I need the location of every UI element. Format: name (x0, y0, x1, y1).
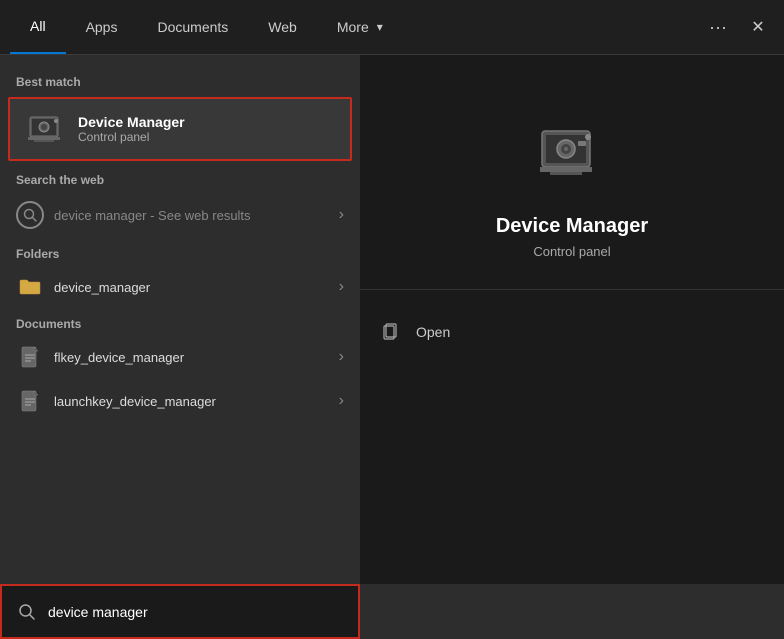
tab-all[interactable]: All (10, 0, 66, 54)
document-icon (16, 343, 44, 371)
chevron-down-icon: ▾ (377, 20, 383, 34)
folder-name: device_manager (54, 280, 339, 295)
web-search-label: Search the web (0, 165, 360, 191)
list-item[interactable]: launchkey_device_manager › (0, 379, 360, 423)
tab-more[interactable]: More ▾ (317, 0, 403, 54)
open-icon (380, 320, 404, 344)
right-panel-title: Device Manager (496, 215, 648, 238)
best-match-text: Device Manager Control panel (78, 114, 185, 144)
best-match-subtitle: Control panel (78, 130, 185, 144)
chevron-right-icon: › (339, 392, 344, 410)
main-content: Best match Device Manager Control panel (0, 55, 784, 584)
web-search-text: device manager - See web results (54, 208, 339, 223)
chevron-right-icon: › (339, 348, 344, 366)
document-name: launchkey_device_manager (54, 394, 339, 409)
search-icon (16, 201, 44, 229)
document-icon (16, 387, 44, 415)
open-action[interactable]: Open (360, 310, 784, 354)
open-label: Open (416, 324, 450, 340)
divider (360, 289, 784, 290)
folder-icon (16, 273, 44, 301)
right-panel: Device Manager Control panel Open (360, 55, 784, 584)
folders-label: Folders (0, 239, 360, 265)
best-match-label: Best match (0, 67, 360, 93)
right-panel-device-manager-icon (532, 115, 612, 195)
right-panel-subtitle: Control panel (533, 244, 610, 259)
tab-apps[interactable]: Apps (66, 0, 138, 54)
chevron-right-icon: › (339, 278, 344, 296)
left-panel: Best match Device Manager Control panel (0, 55, 360, 584)
web-search-item[interactable]: device manager - See web results › (0, 191, 360, 239)
close-button[interactable]: ✕ (742, 11, 774, 43)
search-input[interactable] (48, 604, 344, 620)
more-options-button[interactable]: ··· (702, 11, 734, 43)
list-item[interactable]: flkey_device_manager › (0, 335, 360, 379)
search-bar (0, 584, 360, 639)
documents-label: Documents (0, 309, 360, 335)
list-item[interactable]: device_manager › (0, 265, 360, 309)
best-match-item[interactable]: Device Manager Control panel (8, 97, 352, 161)
document-name: flkey_device_manager (54, 350, 339, 365)
search-bar-icon (16, 601, 38, 623)
tab-documents[interactable]: Documents (137, 0, 248, 54)
best-match-title: Device Manager (78, 114, 185, 130)
chevron-right-icon: › (339, 206, 344, 224)
tab-web[interactable]: Web (248, 0, 317, 54)
device-manager-icon (26, 109, 66, 149)
top-nav: All Apps Documents Web More ▾ ··· ✕ (0, 0, 784, 55)
nav-actions: ··· ✕ (702, 11, 774, 43)
